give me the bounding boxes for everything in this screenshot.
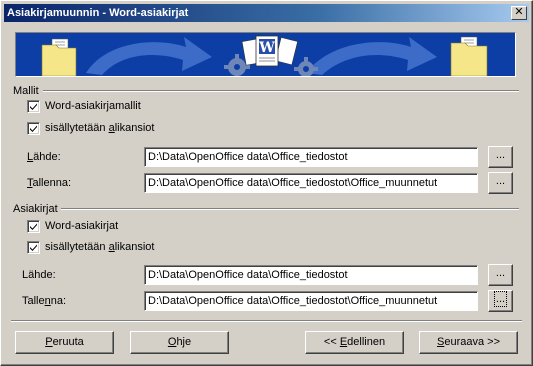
documents-word-checkbox[interactable] [27,219,40,233]
templates-subfolders-checkbox-label: sisällytetään alikansiot [45,122,155,134]
cancel-button[interactable]: Peruuta [15,331,114,354]
arrow-icon [86,37,212,75]
templates-source-browse-button[interactable]: ... [488,146,513,168]
templates-word-checkbox-label: Word-asiakirjamallit [45,100,141,112]
dialog-window: Asiakirjamuunnin - Word-asiakirjat ✕ W M… [0,0,533,366]
next-button[interactable]: Seuraava >> [419,331,518,354]
documents-word-checkbox-row[interactable]: Word-asiakirjat [27,219,118,233]
templates-save-label: Tallenna: [27,177,72,189]
templates-divider [43,90,519,92]
documents-word-checkbox-label: Word-asiakirjat [45,220,119,232]
checkmark-icon [30,223,37,230]
templates-save-input[interactable] [144,173,478,193]
arrow-icon [306,37,437,75]
checkmark-icon [30,125,37,132]
templates-word-checkbox-row[interactable]: Word-asiakirjamallit [27,99,141,113]
word-document-icon: W [241,35,298,67]
back-button[interactable]: << Edellinen [305,331,404,354]
documents-divider [61,208,519,210]
documents-save-input[interactable] [144,291,478,311]
documents-heading: Asiakirjat [13,203,58,215]
window-title: Asiakirjamuunnin - Word-asiakirjat [7,7,189,19]
checkmark-icon [30,244,37,251]
help-button[interactable]: Ohje [130,331,229,354]
templates-source-input[interactable] [144,147,478,167]
close-button[interactable]: ✕ [511,6,527,20]
source-folder-icon [41,38,77,76]
target-folder-icon [450,36,488,76]
documents-save-label: Tallenna: [22,295,67,307]
documents-source-input[interactable] [144,265,478,285]
templates-save-browse-button[interactable]: ... [488,172,513,194]
documents-save-browse-button[interactable]: ... [488,290,513,312]
documents-subfolders-checkbox-label: sisällytetään alikansiot [45,241,155,253]
templates-subfolders-checkbox[interactable] [27,121,40,135]
documents-source-label: Lähde: [22,269,56,281]
documents-subfolders-checkbox-row[interactable]: sisällytetään alikansiot [27,240,154,254]
templates-source-label: Lähde: [27,151,61,163]
documents-source-browse-button[interactable]: ... [488,264,513,286]
header-banner: W [15,32,516,77]
close-icon: ✕ [514,6,524,18]
templates-word-checkbox[interactable] [27,99,40,113]
footer-divider [11,320,522,322]
word-logo-glyph: W [258,40,275,56]
templates-heading: Mallit [13,85,39,97]
documents-subfolders-checkbox[interactable] [27,240,40,254]
templates-subfolders-checkbox-row[interactable]: sisällytetään alikansiot [27,121,154,135]
checkmark-icon [30,103,37,110]
title-bar: Asiakirjamuunnin - Word-asiakirjat ✕ [4,4,529,22]
